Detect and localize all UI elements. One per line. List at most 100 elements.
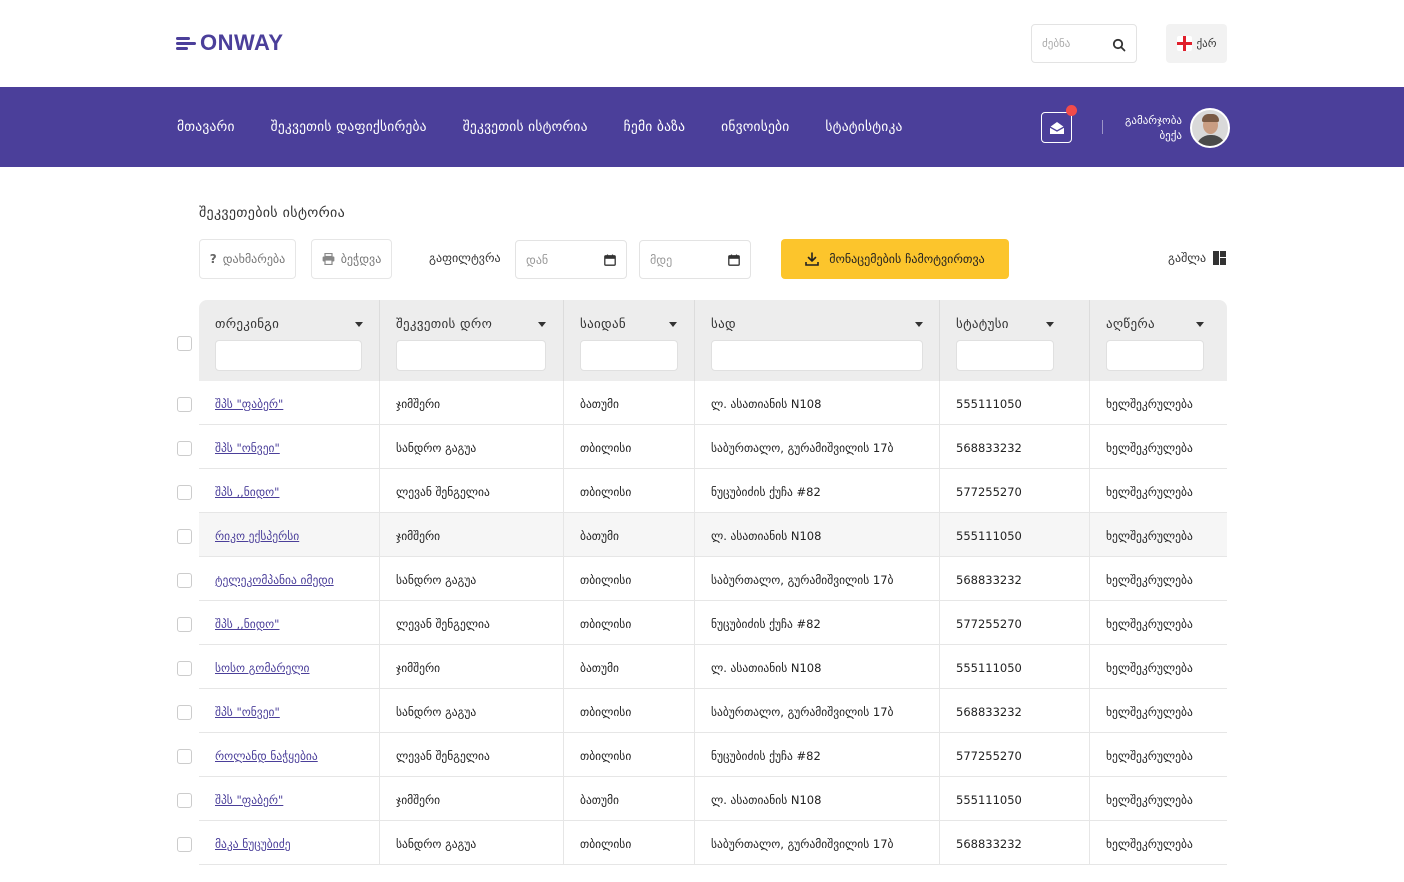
tracking-link-cell[interactable]: როლანდ ნაჭყებია	[199, 733, 380, 777]
column-to[interactable]: სად	[695, 300, 940, 381]
table-row[interactable]: შპს "ფაბერ" ჯიმშერი ბათუმი ლ. ასათიანის N10…	[0, 777, 1404, 821]
nav-item-my-base[interactable]: ჩემი ბაზა	[624, 119, 686, 135]
sort-caret-icon[interactable]	[538, 322, 546, 327]
cell-text: 568833232	[956, 573, 1022, 587]
row-checkbox[interactable]	[177, 793, 192, 808]
cell-text: 577255270	[956, 617, 1022, 631]
tracking-link[interactable]: მაკა ნუცუბიძე	[215, 837, 291, 851]
date-to-field[interactable]: მდე	[639, 240, 751, 279]
table-row[interactable]: რიკო ექსპერსი ჯიმშერი ბათუმი ლ. ასათიანის N…	[0, 513, 1404, 557]
tracking-link-cell[interactable]: შპს "ონვეი"	[199, 425, 380, 469]
tracking-link[interactable]: შპს "ონვეი"	[215, 441, 280, 455]
row-checkbox[interactable]	[177, 397, 192, 412]
tracking-link-cell[interactable]: შპს "ფაბერ"	[199, 381, 380, 425]
column-filter-input[interactable]	[1106, 340, 1204, 371]
cell-text: ბათუმი	[580, 661, 619, 675]
date-from-field[interactable]: დან	[515, 240, 627, 279]
row-checkbox[interactable]	[177, 529, 192, 544]
tracking-link[interactable]: ტელეკომპანია იმედი	[215, 573, 334, 587]
column-status[interactable]: სტატუსი	[940, 300, 1090, 381]
table-row[interactable]: შპს "ონვეი" სანდრო გაგუა თბილისი საბურთალო,…	[0, 425, 1404, 469]
column-tracking[interactable]: თრეკინგი	[199, 300, 380, 381]
table-row[interactable]: ტელეკომპანია იმედი სანდრო გაგუა თბილისი საბ…	[0, 557, 1404, 601]
table-row[interactable]: შპს "ონვეი" სანდრო გაგუა თბილისი საბურთალო,…	[0, 689, 1404, 733]
sort-caret-icon[interactable]	[669, 322, 677, 327]
tracking-link[interactable]: სოსო გომარელი	[215, 661, 310, 675]
row-checkbox[interactable]	[177, 617, 192, 632]
tracking-link-cell[interactable]: მაკა ნუცუბიძე	[199, 821, 380, 865]
tracking-link[interactable]: შპს "ონვეი"	[215, 705, 280, 719]
search-input[interactable]	[1042, 37, 1108, 50]
row-checkbox[interactable]	[177, 573, 192, 588]
table-cell: 555111050	[940, 645, 1090, 689]
search-icon[interactable]	[1112, 37, 1126, 51]
language-switcher[interactable]: ქარ	[1166, 24, 1227, 63]
nav-item-statistics[interactable]: სტატისტიკა	[825, 119, 902, 135]
tracking-link-cell[interactable]: შპს "ფაბერ"	[199, 777, 380, 821]
column-description[interactable]: აღწერა	[1090, 300, 1227, 381]
table-row[interactable]: მაკა ნუცუბიძე სანდრო გაგუა თბილისი საბურთალ…	[0, 821, 1404, 865]
select-all-checkbox[interactable]	[177, 336, 192, 351]
table-cell: 568833232	[940, 821, 1090, 865]
tracking-link[interactable]: შპს ,,ნიდო"	[215, 485, 279, 499]
tracking-link-cell[interactable]: შპს ,,ნიდო"	[199, 601, 380, 645]
column-filter-input[interactable]	[711, 340, 923, 371]
calendar-icon[interactable]	[604, 254, 616, 266]
tracking-link-cell[interactable]: შპს ,,ნიდო"	[199, 469, 380, 513]
table-row[interactable]: სოსო გომარელი ჯიმშერი ბათუმი ლ. ასათიანის N…	[0, 645, 1404, 689]
nav-divider	[1102, 120, 1103, 134]
tracking-link-cell[interactable]: სოსო გომარელი	[199, 645, 380, 689]
table-row[interactable]: შპს ,,ნიდო" ლევან შენგელია თბილისი ნუცუბიძი…	[0, 601, 1404, 645]
mail-button[interactable]	[1041, 105, 1077, 143]
nav-item-new-order[interactable]: შეკვეთის დაფიქსირება	[271, 119, 427, 135]
brand-logo[interactable]: ONWAY	[176, 30, 284, 56]
cell-text: საბურთალო, გურამიშვილის 17ბ	[711, 705, 894, 719]
column-order-time[interactable]: შეკვეთის დრო	[380, 300, 564, 381]
calendar-icon[interactable]	[728, 254, 740, 266]
nav-item-invoices[interactable]: ინვოისები	[721, 119, 789, 135]
row-checkbox[interactable]	[177, 837, 192, 852]
row-checkbox[interactable]	[177, 485, 192, 500]
tracking-link[interactable]: როლანდ ნაჭყებია	[215, 749, 318, 763]
nav-item-home[interactable]: მთავარი	[177, 119, 235, 135]
table-row[interactable]: შპს "ფაბერ" ჯიმშერი ბათუმი ლ. ასათიანის N10…	[0, 381, 1404, 425]
cell-text: ჯიმშერი	[396, 397, 441, 411]
table-row[interactable]: როლანდ ნაჭყებია ლევან შენგელია თბილისი ნუცუ…	[0, 733, 1404, 777]
search-box[interactable]	[1031, 24, 1137, 63]
avatar[interactable]	[1190, 108, 1230, 148]
cell-text: თბილისი	[580, 573, 632, 587]
cell-text: 568833232	[956, 441, 1022, 455]
row-checkbox[interactable]	[177, 749, 192, 764]
row-checkbox[interactable]	[177, 441, 192, 456]
sort-caret-icon[interactable]	[915, 322, 923, 327]
row-checkbox[interactable]	[177, 661, 192, 676]
tracking-link[interactable]: შპს ,,ნიდო"	[215, 617, 279, 631]
download-data-button[interactable]: მონაცემების ჩამოტვირთვა	[781, 239, 1009, 279]
table-cell: ხელშეკრულება	[1090, 777, 1227, 821]
column-filter-input[interactable]	[396, 340, 546, 371]
table-row[interactable]: შპს ,,ნიდო" ლევან შენგელია თბილისი ნუცუბიძი…	[0, 469, 1404, 513]
cell-text: 555111050	[956, 793, 1022, 807]
cell-text: თბილისი	[580, 485, 632, 499]
column-filter-input[interactable]	[580, 340, 678, 371]
sort-caret-icon[interactable]	[1196, 322, 1204, 327]
tracking-link-cell[interactable]: ტელეკომპანია იმედი	[199, 557, 380, 601]
user-menu[interactable]: გამარჯობა ბექა	[1120, 108, 1230, 148]
tracking-link-cell[interactable]: რიკო ექსპერსი	[199, 513, 380, 557]
nav-item-order-history[interactable]: შეკვეთის ისტორია	[463, 119, 588, 135]
sort-caret-icon[interactable]	[1046, 322, 1054, 327]
tracking-link[interactable]: რიკო ექსპერსი	[215, 529, 299, 543]
tracking-link[interactable]: შპს "ფაბერ"	[215, 793, 283, 807]
column-filter-input[interactable]	[215, 340, 362, 371]
help-button[interactable]: ? დახმარება	[199, 239, 296, 279]
tracking-link-cell[interactable]: შპს "ონვეი"	[199, 689, 380, 733]
table-cell: ხელშეკრულება	[1090, 469, 1227, 513]
print-button[interactable]: ბეჭდვა	[311, 239, 392, 279]
tracking-link[interactable]: შპს "ფაბერ"	[215, 397, 283, 411]
column-filter-input[interactable]	[956, 340, 1054, 371]
logo-text: ONWAY	[200, 30, 284, 55]
sort-caret-icon[interactable]	[355, 322, 363, 327]
layout-toggle[interactable]: გაშლა	[1168, 251, 1227, 265]
row-checkbox[interactable]	[177, 705, 192, 720]
column-from[interactable]: საიდან	[564, 300, 695, 381]
